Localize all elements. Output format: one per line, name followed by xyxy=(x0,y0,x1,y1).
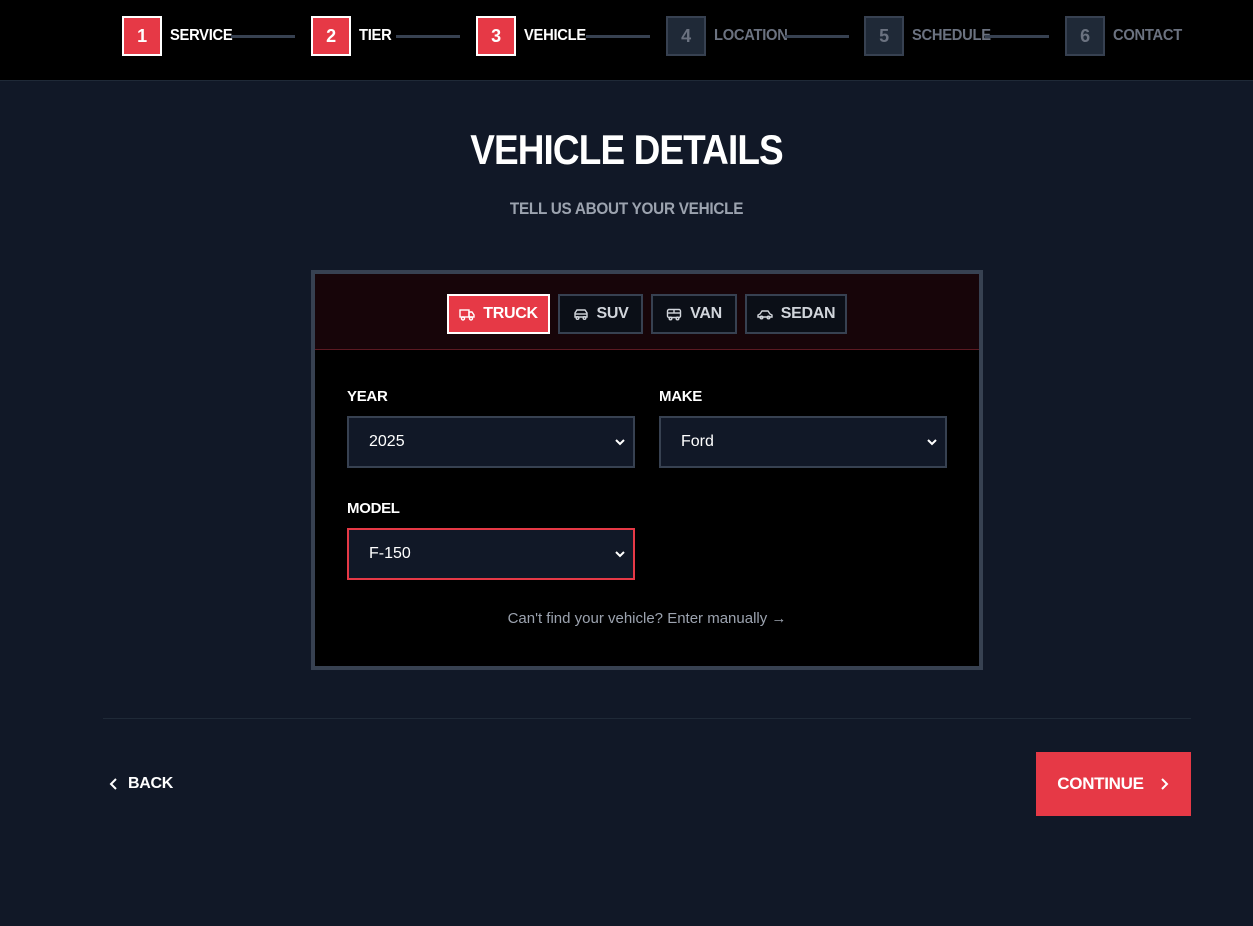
step-label: SERVICE xyxy=(170,27,233,44)
back-label: BACK xyxy=(128,775,174,792)
vehicle-type-selector: TRUCK SUV VAN SEDAN xyxy=(315,274,979,350)
step-number: 6 xyxy=(1065,16,1105,56)
step-number: 1 xyxy=(122,16,162,56)
step-connector xyxy=(231,35,295,38)
vehicle-card: TRUCK SUV VAN SEDAN YEAR 2025 MAKE Ford xyxy=(311,270,983,670)
step-label: LOCATION xyxy=(714,27,788,44)
vehicle-type-label: VAN xyxy=(690,305,722,322)
step-number: 5 xyxy=(864,16,904,56)
step-vehicle[interactable]: 3 VEHICLE xyxy=(476,16,591,56)
step-contact: 6 CONTACT xyxy=(1065,16,1188,56)
model-value: F-150 xyxy=(369,545,411,562)
van-icon xyxy=(666,308,682,321)
make-value: Ford xyxy=(681,433,714,450)
progress-stepper: 1 SERVICE 2 TIER 3 VEHICLE 4 LOCATION 5 … xyxy=(0,0,1253,81)
step-number: 4 xyxy=(666,16,706,56)
step-location: 4 LOCATION xyxy=(666,16,794,56)
chevron-right-icon xyxy=(1160,778,1169,790)
step-connector xyxy=(586,35,650,38)
back-button[interactable]: BACK xyxy=(108,772,173,796)
step-number: 3 xyxy=(476,16,516,56)
vehicle-type-suv[interactable]: SUV xyxy=(558,294,643,334)
suv-icon xyxy=(573,309,588,320)
vehicle-type-label: SUV xyxy=(596,305,629,322)
enter-manually-link[interactable]: Can't find your vehicle? Enter manually … xyxy=(315,610,979,627)
make-select[interactable]: Ford xyxy=(659,416,947,468)
vehicle-type-truck[interactable]: TRUCK xyxy=(447,294,550,334)
truck-icon xyxy=(459,309,475,321)
page-title: VEHICLE DETAILS xyxy=(470,126,783,173)
step-label: VEHICLE xyxy=(524,27,586,44)
model-select[interactable]: F-150 xyxy=(347,528,635,580)
continue-button[interactable]: CONTINUE xyxy=(1036,752,1191,816)
step-service[interactable]: 1 SERVICE xyxy=(122,16,238,56)
step-connector xyxy=(396,35,460,38)
continue-label: CONTINUE xyxy=(1057,774,1144,793)
chevron-down-icon xyxy=(927,439,937,446)
page-subtitle: TELL US ABOUT YOUR VEHICLE xyxy=(509,199,744,218)
step-label: TIER xyxy=(359,27,392,44)
chevron-left-icon xyxy=(109,778,117,790)
chevron-down-icon xyxy=(615,439,625,446)
step-schedule: 5 SCHEDULE xyxy=(864,16,998,56)
step-connector xyxy=(985,35,1049,38)
year-select[interactable]: 2025 xyxy=(347,416,635,468)
step-label: CONTACT xyxy=(1113,27,1182,44)
chevron-down-icon xyxy=(615,551,625,558)
make-label: MAKE xyxy=(659,388,702,405)
vehicle-type-sedan[interactable]: SEDAN xyxy=(745,294,847,334)
year-label: YEAR xyxy=(347,388,388,405)
footer-divider xyxy=(103,718,1191,719)
year-value: 2025 xyxy=(369,433,405,450)
vehicle-type-van[interactable]: VAN xyxy=(651,294,737,334)
step-label: SCHEDULE xyxy=(912,27,991,44)
vehicle-type-label: TRUCK xyxy=(483,305,538,322)
step-connector xyxy=(785,35,849,38)
step-tier[interactable]: 2 TIER xyxy=(311,16,394,56)
step-number: 2 xyxy=(311,16,351,56)
vehicle-type-label: SEDAN xyxy=(780,305,836,322)
model-label: MODEL xyxy=(347,500,400,517)
sedan-icon xyxy=(757,310,773,320)
